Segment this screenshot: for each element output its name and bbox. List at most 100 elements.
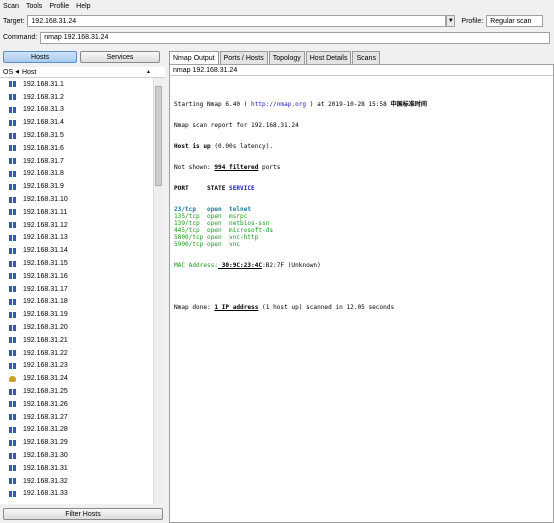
host-address: 192.168.31.23	[23, 362, 68, 370]
host-address: 192.168.31.30	[23, 452, 68, 459]
tab-ports-hosts[interactable]: Ports / Hosts	[219, 51, 268, 64]
target-label: Target:	[3, 17, 25, 25]
host-list[interactable]: 192.168.31.1 192.168.31.2 192.168.31.3 192.…	[0, 78, 153, 504]
host-list-item[interactable]: 192.168.31.19	[0, 308, 153, 321]
windows-os-icon	[9, 350, 16, 357]
sort-up-icon: ▲	[146, 69, 151, 75]
windows-os-icon	[9, 170, 16, 177]
windows-os-icon	[9, 414, 16, 421]
host-list-item[interactable]: 192.168.31.9	[0, 180, 153, 193]
host-address: 192.168.31.13	[23, 234, 68, 242]
host-address: 192.168.31.3	[23, 106, 64, 114]
menu-bar: Scan Tools Profile Help	[0, 0, 554, 12]
host-list-item[interactable]: 192.168.31.25	[0, 385, 153, 398]
hosts-button[interactable]: Hosts	[3, 51, 77, 63]
filter-hosts-button[interactable]: Filter Hosts	[3, 508, 163, 520]
menu-scan[interactable]: Scan	[3, 3, 19, 10]
tab-scans[interactable]: Scans	[352, 51, 380, 64]
host-address: 192.168.31.28	[23, 426, 68, 434]
host-address: 192.168.31.20	[23, 324, 68, 332]
host-list-item[interactable]: 192.168.31.33	[0, 488, 153, 501]
output-line-start: Starting Nmap 6.40 ( http://nmap.org ) a…	[174, 101, 428, 108]
host-column-header[interactable]: Host	[22, 69, 36, 76]
host-list-item[interactable]: 192.168.31.14	[0, 244, 153, 257]
windows-os-icon	[9, 222, 16, 229]
host-list-item[interactable]: 192.168.31.27	[0, 411, 153, 424]
output-port-row: 139/tcp open netbios-ssn	[174, 220, 270, 227]
host-list-item[interactable]: 192.168.31.7	[0, 155, 153, 168]
target-dropdown-icon[interactable]: ▼	[446, 15, 456, 27]
host-list-item[interactable]: 192.168.31.26	[0, 398, 153, 411]
host-list-item[interactable]: 192.168.31.15	[0, 257, 153, 270]
host-list-item[interactable]: 192.168.31.16	[0, 270, 153, 283]
result-tabs: Nmap Output Ports / Hosts Topology Host …	[169, 51, 381, 64]
tab-nmap-output[interactable]: Nmap Output	[169, 51, 219, 64]
menu-profile[interactable]: Profile	[49, 3, 69, 10]
tab-topology[interactable]: Topology	[268, 51, 305, 64]
host-list-item[interactable]: 192.168.31.8	[0, 168, 153, 181]
host-address: 192.168.31.31	[23, 464, 68, 472]
windows-os-icon	[9, 388, 16, 395]
windows-os-icon	[9, 439, 16, 446]
windows-os-icon	[9, 478, 16, 485]
menu-tools[interactable]: Tools	[26, 3, 42, 10]
host-list-item[interactable]: 192.168.31.20	[0, 321, 153, 334]
output-port-row: 23/tcp open telnet	[174, 206, 252, 213]
host-list-item[interactable]: 192.168.31.6	[0, 142, 153, 155]
nmap-output-text: Starting Nmap 6.40 ( http://nmap.org ) a…	[174, 87, 427, 325]
windows-os-icon	[9, 465, 16, 472]
hosts-pane: Hosts Services OS ◀ Host ▲ 192.168.31.1 1…	[0, 47, 165, 523]
host-address: 192.168.31.17	[23, 285, 68, 293]
windows-os-icon	[9, 234, 16, 241]
linux-os-icon	[9, 375, 16, 382]
host-list-item[interactable]: 192.168.31.5	[0, 129, 153, 142]
command-label: Command:	[3, 34, 38, 41]
command-input[interactable]: nmap 192.168.31.24	[40, 31, 551, 44]
nmap-url-link[interactable]: http://nmap.org	[251, 101, 306, 108]
host-list-item[interactable]: 192.168.31.17	[0, 283, 153, 296]
host-list-item[interactable]: 192.168.31.31	[0, 462, 153, 475]
host-address: 192.168.31.33	[23, 490, 68, 498]
host-address: 192.168.31.24	[23, 375, 68, 383]
output-port-row: 5800/tcp open vnc-http	[174, 234, 259, 241]
host-address: 192.168.31.7	[23, 157, 64, 165]
host-address: 192.168.31.5	[23, 132, 64, 140]
profile-select[interactable]: Regular scan	[486, 15, 544, 27]
host-list-item[interactable]: 192.168.31.2	[0, 91, 153, 104]
windows-os-icon	[9, 337, 16, 344]
host-address: 192.168.31.8	[23, 170, 64, 178]
host-list-item[interactable]: 192.168.31.28	[0, 424, 153, 437]
host-list-item[interactable]: 192.168.31.22	[0, 347, 153, 360]
host-list-item[interactable]: 192.168.31.4	[0, 116, 153, 129]
tab-host-details[interactable]: Host Details	[305, 51, 352, 64]
menu-help[interactable]: Help	[76, 3, 90, 10]
host-list-item[interactable]: 192.168.31.10	[0, 193, 153, 206]
host-list-item[interactable]: 192.168.31.23	[0, 360, 153, 373]
host-address: 192.168.31.4	[23, 119, 64, 127]
scrollbar-thumb[interactable]	[155, 86, 162, 186]
os-column-header[interactable]: OS	[3, 69, 13, 76]
services-button[interactable]: Services	[80, 51, 160, 63]
host-list-item[interactable]: 192.168.31.21	[0, 334, 153, 347]
host-address: 192.168.31.15	[23, 260, 68, 268]
host-address: 192.168.31.14	[23, 247, 68, 255]
host-list-item[interactable]: 192.168.31.30	[0, 449, 153, 462]
host-list-item[interactable]: 192.168.31.1	[0, 78, 153, 91]
host-list-scrollbar[interactable]	[153, 78, 163, 504]
windows-os-icon	[9, 273, 16, 280]
windows-os-icon	[9, 132, 16, 139]
target-input[interactable]: 192.168.31.24	[27, 15, 447, 27]
host-list-item[interactable]: 192.168.31.3	[0, 104, 153, 117]
host-list-item[interactable]: 192.168.31.29	[0, 436, 153, 449]
target-row: Target: 192.168.31.24 ▼ Profile: Regular…	[0, 13, 554, 29]
host-list-item[interactable]: 192.168.31.12	[0, 219, 153, 232]
host-list-item[interactable]: 192.168.31.32	[0, 475, 153, 488]
output-command-selector[interactable]: nmap 192.168.31.24	[170, 65, 553, 76]
host-list-item[interactable]: 192.168.31.18	[0, 296, 153, 309]
host-list-item[interactable]: 192.168.31.11	[0, 206, 153, 219]
host-list-item[interactable]: 192.168.31.24	[0, 372, 153, 385]
output-port-row: 445/tcp open microsoft-ds	[174, 227, 274, 234]
nmap-output-panel: nmap 192.168.31.24 Starting Nmap 6.40 ( …	[169, 64, 554, 523]
host-list-item[interactable]: 192.168.31.13	[0, 232, 153, 245]
host-address: 192.168.31.19	[23, 311, 68, 319]
